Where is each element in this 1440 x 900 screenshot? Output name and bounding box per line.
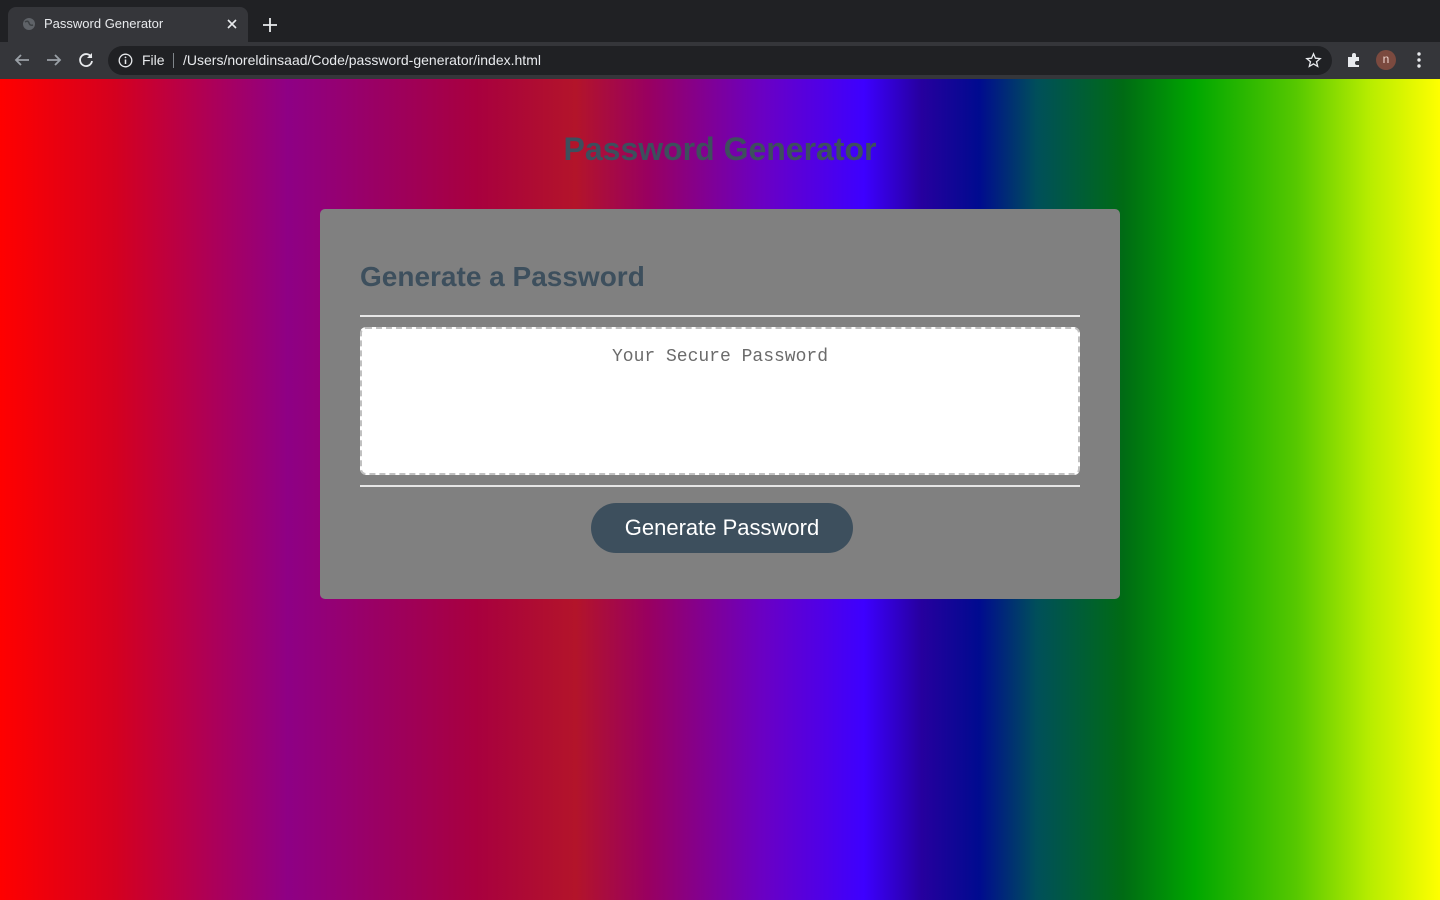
page-title: Password Generator: [563, 131, 877, 167]
page-viewport: Password Generator Generate a Password G…: [0, 79, 1440, 900]
browser-tab[interactable]: Password Generator: [8, 7, 248, 42]
close-icon[interactable]: [224, 16, 240, 32]
plus-icon[interactable]: [261, 16, 279, 34]
card-divider-top: [360, 315, 1080, 317]
forward-arrow-icon[interactable]: [44, 50, 64, 70]
generate-password-button[interactable]: Generate Password: [591, 503, 853, 553]
puzzle-icon[interactable]: [1344, 50, 1364, 70]
card-divider-bottom: [360, 485, 1080, 487]
address-divider: [173, 53, 174, 68]
tab-title: Password Generator: [44, 16, 164, 31]
browser-toolbar: File /Users/noreldinsaad/Code/password-g…: [0, 42, 1440, 79]
reload-icon[interactable]: [76, 50, 96, 70]
password-output[interactable]: [360, 327, 1080, 475]
url-text[interactable]: /Users/noreldinsaad/Code/password-genera…: [183, 52, 541, 68]
scheme-label: File: [142, 52, 165, 68]
address-bar[interactable]: File /Users/noreldinsaad/Code/password-g…: [108, 46, 1332, 75]
avatar[interactable]: n: [1376, 50, 1396, 70]
info-icon[interactable]: [118, 53, 133, 68]
star-icon[interactable]: [1305, 52, 1322, 69]
kebab-menu-icon[interactable]: [1409, 50, 1429, 70]
globe-icon: [22, 17, 36, 31]
tab-strip: Password Generator: [0, 0, 1440, 42]
generator-card: Generate a Password Generate Password: [320, 209, 1120, 599]
card-title: Generate a Password: [360, 261, 645, 292]
back-arrow-icon[interactable]: [12, 50, 32, 70]
